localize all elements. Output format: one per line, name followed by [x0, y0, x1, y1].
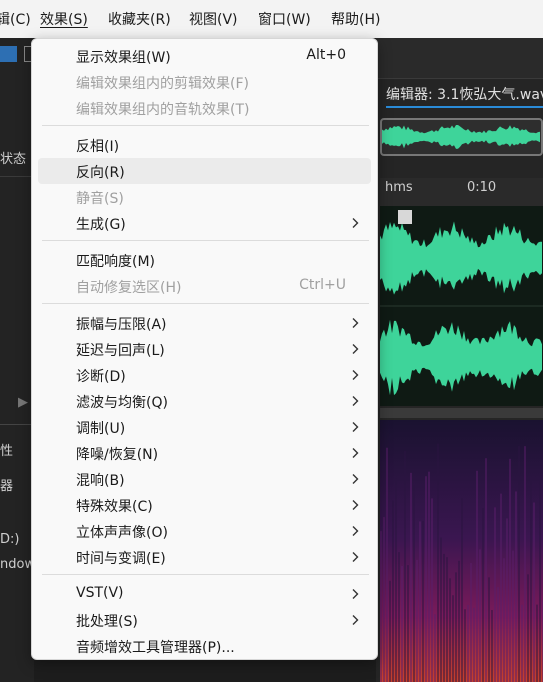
menu-item-label: 生成(G) [76, 217, 126, 233]
menu-edit[interactable]: 辑(C) [0, 9, 31, 29]
menu-item-label: 反向(R) [76, 165, 125, 181]
editor-panel: 编辑器: 3.1恢弘大气.wav hms 0:10 [376, 38, 543, 682]
overview-waveform-graphic [382, 125, 540, 149]
menu-item-invert[interactable]: 反相(I) [38, 132, 371, 158]
menu-item-label: 诊断(D) [76, 369, 126, 385]
menu-bar: 辑(C) 效果(S) 收藏夹(R) 视图(V) 窗口(W) 帮助(H) [0, 0, 543, 38]
menu-view[interactable]: 视图(V) [189, 9, 238, 29]
menu-item-label: 批处理(S) [76, 614, 138, 630]
menu-item-filter-eq[interactable]: 滤波与均衡(Q) [38, 388, 371, 414]
menu-item-silence: 静音(S) [38, 184, 371, 210]
menu-item-label: 滤波与均衡(Q) [76, 395, 168, 411]
menu-item-label: 音频增效工具管理器(P)... [76, 640, 235, 656]
menu-window[interactable]: 窗口(W) [258, 9, 311, 29]
menu-item-label: 时间与变调(E) [76, 551, 166, 567]
menu-item-time-pitch[interactable]: 时间与变调(E) [38, 544, 371, 570]
menu-item-label: 静音(S) [76, 191, 124, 207]
menu-item-label: 反相(I) [76, 139, 120, 155]
menu-item-label: 延迟与回声(L) [76, 343, 165, 359]
chevron-right-icon [352, 474, 359, 484]
chevron-right-icon [352, 344, 359, 354]
menu-item-amplitude-compression[interactable]: 振幅与压限(A) [38, 310, 371, 336]
time-ruler[interactable]: hms 0:10 [380, 178, 543, 206]
horizontal-scrollbar[interactable] [380, 408, 543, 418]
property-label: 性 [0, 444, 14, 459]
editor-title[interactable]: 编辑器: 3.1恢弘大气.wav [386, 84, 543, 104]
device-label: 器 [0, 479, 14, 494]
menu-separator [42, 574, 369, 575]
effects-menu: 显示效果组(W) Alt+0 编辑效果组内的剪辑效果(F) 编辑效果组内的音轨效果(T… [31, 38, 378, 660]
chevron-right-icon [352, 218, 359, 228]
waveform-view-icon[interactable] [0, 46, 17, 62]
menu-item-label: 立体声声像(O) [76, 525, 168, 541]
menu-item-label: 混响(B) [76, 473, 125, 489]
spectral-graphic [380, 420, 543, 682]
menu-item-auto-heal: 自动修复选区(H) Ctrl+U [38, 273, 371, 299]
left-panel [0, 38, 34, 682]
menu-item-diagnostics[interactable]: 诊断(D) [38, 362, 371, 388]
menu-item-label: 调制(U) [76, 421, 126, 437]
menu-separator [42, 240, 369, 241]
menu-item-label: 编辑效果组内的音轨效果(T) [76, 102, 250, 118]
ruler-unit-label: hms [385, 180, 413, 195]
menu-item-batch[interactable]: 批处理(S) [38, 607, 371, 633]
chevron-right-icon [352, 318, 359, 328]
chevron-right-icon [352, 615, 359, 625]
chevron-right-icon [352, 526, 359, 536]
menu-item-label: 特殊效果(C) [76, 499, 153, 515]
menu-item-noise-reduction[interactable]: 降噪/恢复(N) [38, 440, 371, 466]
menu-item-label: 匹配响度(M) [76, 254, 156, 270]
menu-item-label: 自动修复选区(H) [76, 280, 182, 296]
menu-item-show-effects-rack[interactable]: 显示效果组(W) Alt+0 [38, 43, 371, 69]
menu-item-special[interactable]: 特殊效果(C) [38, 492, 371, 518]
menu-separator [42, 125, 369, 126]
chevron-right-icon [352, 500, 359, 510]
menu-item-delay-echo[interactable]: 延迟与回声(L) [38, 336, 371, 362]
menu-item-plugin-manager[interactable]: 音频增效工具管理器(P)... [38, 633, 371, 659]
divider [0, 176, 34, 177]
ruler-tick-label: 0:10 [467, 180, 497, 195]
overview-waveform[interactable] [380, 118, 543, 156]
menu-item-edit-track-effects: 编辑效果组内的音轨效果(T) [38, 95, 371, 121]
menu-item-stereo-imagery[interactable]: 立体声声像(O) [38, 518, 371, 544]
chevron-right-icon [352, 396, 359, 406]
chevron-right-icon [352, 552, 359, 562]
menu-item-label: VST(V) [76, 585, 124, 601]
menu-item-shortcut: Alt+0 [306, 47, 346, 63]
chevron-right-icon [352, 422, 359, 432]
menu-item-label: 显示效果组(W) [76, 50, 171, 66]
menu-item-reverb[interactable]: 混响(B) [38, 466, 371, 492]
spectral-display[interactable] [380, 420, 543, 682]
menu-item-label: 振幅与压限(A) [76, 317, 167, 333]
menu-item-modulation[interactable]: 调制(U) [38, 414, 371, 440]
chevron-right-icon [352, 448, 359, 458]
status-label: 状态 [0, 152, 27, 167]
menu-help[interactable]: 帮助(H) [331, 9, 380, 29]
drive-label: D:) [0, 532, 20, 547]
divider [0, 424, 34, 425]
menu-item-label: 编辑效果组内的剪辑效果(F) [76, 76, 249, 92]
waveform-graphic [380, 221, 543, 396]
menu-item-reverse[interactable]: 反向(R) [38, 158, 371, 184]
waveform-display[interactable] [380, 206, 543, 406]
menu-separator [42, 303, 369, 304]
menu-item-vst[interactable]: VST(V) [38, 581, 371, 607]
menu-item-match-loudness[interactable]: 匹配响度(M) [38, 247, 371, 273]
menu-effects[interactable]: 效果(S) [40, 9, 88, 29]
menu-item-shortcut: Ctrl+U [299, 277, 346, 293]
menu-item-generate[interactable]: 生成(G) [38, 210, 371, 236]
play-icon[interactable]: ▶ [18, 395, 28, 410]
chevron-right-icon [352, 370, 359, 380]
menu-item-label: 降噪/恢复(N) [76, 447, 159, 463]
menu-item-edit-clip-effects: 编辑效果组内的剪辑效果(F) [38, 69, 371, 95]
chevron-right-icon [352, 589, 359, 599]
editor-tab-bar [376, 38, 543, 79]
active-tab-indicator [386, 106, 543, 108]
menu-favorites[interactable]: 收藏夹(R) [108, 9, 171, 29]
fade-handle-icon[interactable] [398, 210, 412, 224]
